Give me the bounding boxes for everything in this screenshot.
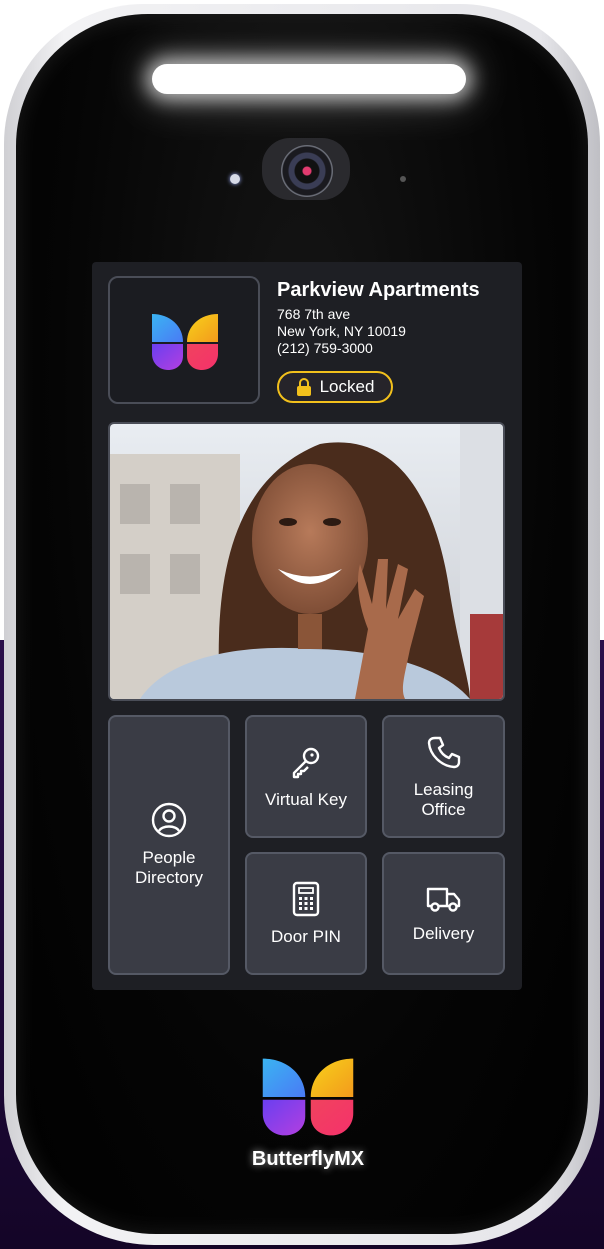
people-directory-button[interactable]: People Directory (108, 715, 230, 975)
brand-name: ButterflyMX (251, 1148, 365, 1170)
key-icon (292, 747, 320, 778)
video-feed (108, 422, 505, 701)
butterfly-logo-icon (152, 314, 218, 370)
lock-icon (296, 378, 311, 396)
building-address: 768 7th ave New York, NY 10019 (212) 759… (277, 306, 406, 357)
phone-number: (212) 759-3000 (277, 340, 373, 356)
sensor (400, 176, 406, 182)
brand-logo (260, 1054, 356, 1145)
virtual-key-label: Virtual Key (265, 789, 347, 809)
building-logo (108, 276, 260, 404)
address-line-2: New York, NY 10019 (277, 323, 406, 339)
address-line-1: 768 7th ave (277, 306, 351, 322)
user-circle-icon (151, 802, 187, 838)
keypad-icon (292, 881, 320, 916)
building-name: Parkview Apartments (277, 279, 480, 301)
door-pin-button[interactable]: Door PIN (245, 852, 367, 975)
sensor-light (230, 174, 240, 184)
door-pin-label: Door PIN (271, 926, 341, 946)
leasing-office-button[interactable]: Leasing Office (382, 715, 505, 838)
phone-icon (427, 736, 460, 768)
camera-icon (281, 145, 333, 197)
visitor-video-image (110, 424, 503, 699)
delivery-button[interactable]: Delivery (382, 852, 505, 975)
delivery-label: Delivery (412, 923, 475, 943)
truck-icon (426, 887, 460, 912)
leasing-office-label: Leasing Office (413, 779, 474, 819)
lock-status-label: Locked (319, 377, 375, 396)
status-light-bar (152, 64, 466, 94)
lock-status-badge: Locked (277, 371, 393, 403)
people-directory-label: People Directory (134, 848, 203, 887)
virtual-key-button[interactable]: Virtual Key (245, 715, 367, 838)
butterfly-logo-icon (262, 1058, 354, 1136)
